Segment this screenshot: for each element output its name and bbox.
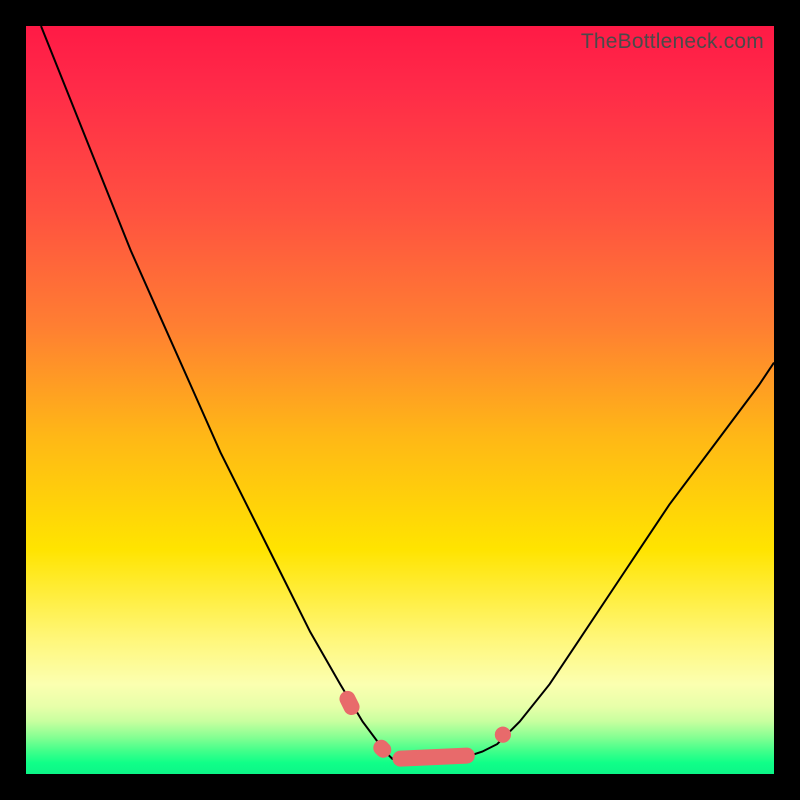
highlight-segment (392, 747, 475, 767)
curve-svg (26, 26, 774, 774)
highlight-segments-group (337, 688, 514, 767)
highlight-dot (495, 727, 511, 743)
bottleneck-curve (41, 26, 774, 759)
highlight-dot (373, 740, 389, 756)
plot-area: TheBottleneck.com (26, 26, 774, 774)
chart-frame: TheBottleneck.com (0, 0, 800, 800)
